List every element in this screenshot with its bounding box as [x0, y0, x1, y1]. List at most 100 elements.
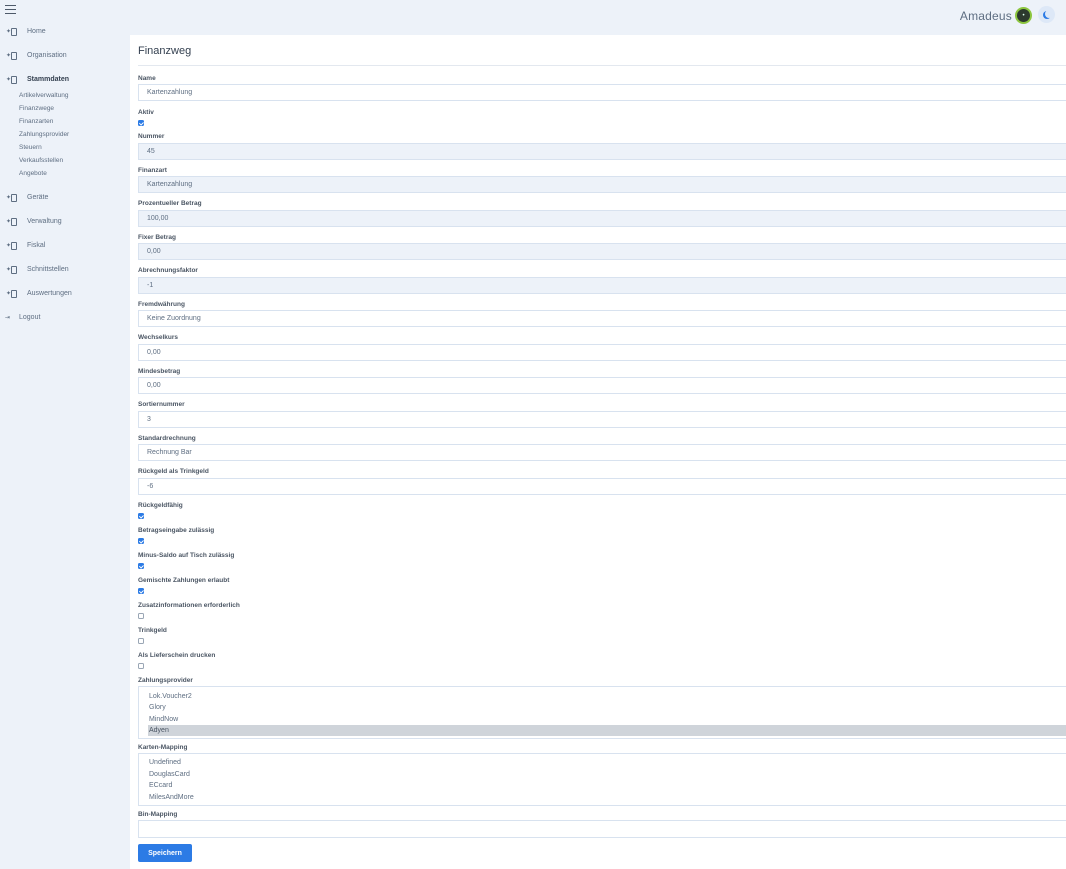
theme-toggle-button[interactable]	[1038, 6, 1055, 23]
nav-item-icon: ✦	[6, 266, 17, 274]
sortiernummer-input[interactable]: 3	[138, 411, 1066, 428]
fremdwaehrung-label: Fremdwährung	[138, 301, 185, 308]
lieferschein-checkbox[interactable]	[138, 663, 144, 669]
brand-logo-icon: •	[1015, 7, 1032, 24]
name-input[interactable]: Kartenzahlung	[138, 84, 1066, 101]
sidebar-item-label: Stammdaten	[27, 76, 70, 83]
gemischte-zahlungen-label: Gemischte Zahlungen erlaubt	[138, 577, 230, 584]
nav-item-icon: ✦	[6, 242, 17, 250]
sidebar-item-label: Fiskal	[27, 242, 46, 249]
sidebar-item-logout[interactable]: ⇥ Logout	[0, 306, 128, 330]
sidebar-item-label: Organisation	[27, 52, 67, 59]
zahlungsprovider-label: Zahlungsprovider	[138, 677, 193, 684]
minus-saldo-label: Minus-Saldo auf Tisch zulässig	[138, 552, 235, 559]
nummer-input[interactable]: 45	[138, 143, 1066, 160]
rueckgeldfaehig-label: Rückgeldfähig	[138, 502, 183, 509]
prozentueller-betrag-input[interactable]: 100,00	[138, 210, 1066, 227]
save-button[interactable]: Speichern	[138, 844, 192, 862]
gemischte-zahlungen-checkbox[interactable]	[138, 588, 144, 594]
nav-item-icon: ✦	[6, 194, 17, 202]
rueckgeld-trinkgeld-input[interactable]: -6	[138, 478, 1066, 495]
sidebar-item-home[interactable]: ✦ Home	[0, 20, 128, 44]
zusatzinformationen-checkbox[interactable]	[138, 613, 144, 619]
submenu-item-zahlungsprovider[interactable]: Zahlungsprovider	[19, 128, 128, 141]
sidebar: ✦ Home ✦ Organisation ✦ Stammdaten Artik…	[0, 20, 128, 330]
zahlungsprovider-option-selected[interactable]: Adyen	[148, 725, 1066, 736]
betragseingabe-checkbox[interactable]	[138, 538, 144, 544]
rueckgeld-trinkgeld-label: Rückgeld als Trinkgeld	[138, 468, 209, 475]
finanzart-input[interactable]: Kartenzahlung	[138, 176, 1066, 193]
sidebar-item-verwaltung[interactable]: ✦ Verwaltung	[0, 210, 128, 234]
moon-icon	[1045, 10, 1053, 18]
sortiernummer-label: Sortiernummer	[138, 401, 185, 408]
title-divider	[138, 65, 1066, 66]
sidebar-item-schnittstellen[interactable]: ✦ Schnittstellen	[0, 258, 128, 282]
logout-icon: ⇥	[5, 315, 11, 321]
sidebar-item-label: Home	[27, 28, 46, 35]
top-navbar: Amadeus •	[0, 0, 1066, 34]
submenu-item-verkaufsstellen[interactable]: Verkaufsstellen	[19, 154, 128, 167]
nav-item-icon: ✦	[6, 290, 17, 298]
karten-mapping-option[interactable]: DouglasCard	[148, 769, 1066, 780]
rueckgeldfaehig-checkbox[interactable]	[138, 513, 144, 519]
nav-item-icon: ✦	[6, 218, 17, 226]
mindestbetrag-label: Mindesbetrag	[138, 368, 181, 375]
wechselkurs-input[interactable]: 0,00	[138, 344, 1066, 361]
trinkgeld-label: Trinkgeld	[138, 627, 167, 634]
brand[interactable]: Amadeus •	[960, 7, 1032, 24]
karten-mapping-listbox[interactable]: Undefined DouglasCard ECcard MilesAndMor…	[138, 753, 1066, 806]
sidebar-item-auswertungen[interactable]: ✦ Auswertungen	[0, 282, 128, 306]
submenu-item-steuern[interactable]: Steuern	[19, 141, 128, 154]
lieferschein-label: Als Lieferschein drucken	[138, 652, 216, 659]
sidebar-item-label: Auswertungen	[27, 290, 72, 297]
sidebar-item-fiskal[interactable]: ✦ Fiskal	[0, 234, 128, 258]
submenu-item-finanzarten[interactable]: Finanzarten	[19, 115, 128, 128]
nav-item-icon: ✦	[6, 52, 17, 60]
sidebar-item-label: Schnittstellen	[27, 266, 69, 273]
finanzart-label: Finanzart	[138, 167, 167, 174]
mindestbetrag-input[interactable]: 0,00	[138, 377, 1066, 394]
abrechnungsfaktor-input[interactable]: -1	[138, 277, 1066, 294]
stammdaten-submenu: Artikelverwaltung Finanzwege Finanzarten…	[0, 89, 128, 180]
sidebar-item-organisation[interactable]: ✦ Organisation	[0, 44, 128, 68]
trinkgeld-checkbox[interactable]	[138, 638, 144, 644]
bin-mapping-label: Bin-Mapping	[138, 811, 178, 818]
form-card: Finanzweg Name Kartenzahlung Aktiv Numme…	[130, 35, 1066, 869]
standardrechnung-label: Standardrechnung	[138, 435, 196, 442]
submenu-item-angebote[interactable]: Angebote	[19, 167, 128, 180]
minus-saldo-checkbox[interactable]	[138, 563, 144, 569]
hamburger-menu-icon[interactable]	[5, 5, 16, 14]
brand-name: Amadeus	[959, 8, 1012, 23]
sidebar-item-label: Logout	[19, 314, 41, 321]
nav-item-icon: ✦	[6, 76, 17, 84]
prozentueller-betrag-label: Prozentueller Betrag	[138, 200, 202, 207]
wechselkurs-label: Wechselkurs	[138, 334, 178, 341]
bin-mapping-input[interactable]	[138, 820, 1066, 838]
sidebar-item-label: Verwaltung	[27, 218, 62, 225]
aktiv-label: Aktiv	[138, 109, 154, 116]
zahlungsprovider-option[interactable]: Glory	[148, 702, 1066, 713]
page-title: Finanzweg	[138, 45, 192, 57]
standardrechnung-select[interactable]: Rechnung Bar	[138, 444, 1066, 461]
zahlungsprovider-listbox[interactable]: Lok.Voucher2 Glory MindNow Adyen	[138, 686, 1066, 739]
sidebar-item-stammdaten[interactable]: ✦ Stammdaten	[0, 68, 128, 92]
nav-item-icon: ✦	[6, 28, 17, 36]
fixer-betrag-input[interactable]: 0,00	[138, 243, 1066, 260]
betragseingabe-label: Betragseingabe zulässig	[138, 527, 215, 534]
abrechnungsfaktor-label: Abrechnungsfaktor	[138, 267, 198, 274]
submenu-item-finanzwege[interactable]: Finanzwege	[19, 102, 128, 115]
aktiv-checkbox[interactable]	[138, 120, 144, 126]
karten-mapping-option[interactable]: Undefined	[148, 757, 1066, 768]
nummer-label: Nummer	[138, 133, 165, 140]
zahlungsprovider-option[interactable]: Lok.Voucher2	[148, 691, 1066, 702]
sidebar-item-label: Geräte	[27, 194, 49, 201]
fremdwaehrung-select[interactable]: Keine Zuordnung	[138, 310, 1066, 327]
karten-mapping-label: Karten-Mapping	[138, 744, 188, 751]
name-label: Name	[138, 75, 156, 82]
zusatzinformationen-label: Zusatzinformationen erforderlich	[138, 602, 240, 609]
zahlungsprovider-option[interactable]: MindNow	[148, 714, 1066, 725]
karten-mapping-option[interactable]: ECcard	[148, 780, 1066, 791]
fixer-betrag-label: Fixer Betrag	[138, 234, 176, 241]
sidebar-item-geraete[interactable]: ✦ Geräte	[0, 186, 128, 210]
karten-mapping-option[interactable]: MilesAndMore	[148, 792, 1066, 803]
